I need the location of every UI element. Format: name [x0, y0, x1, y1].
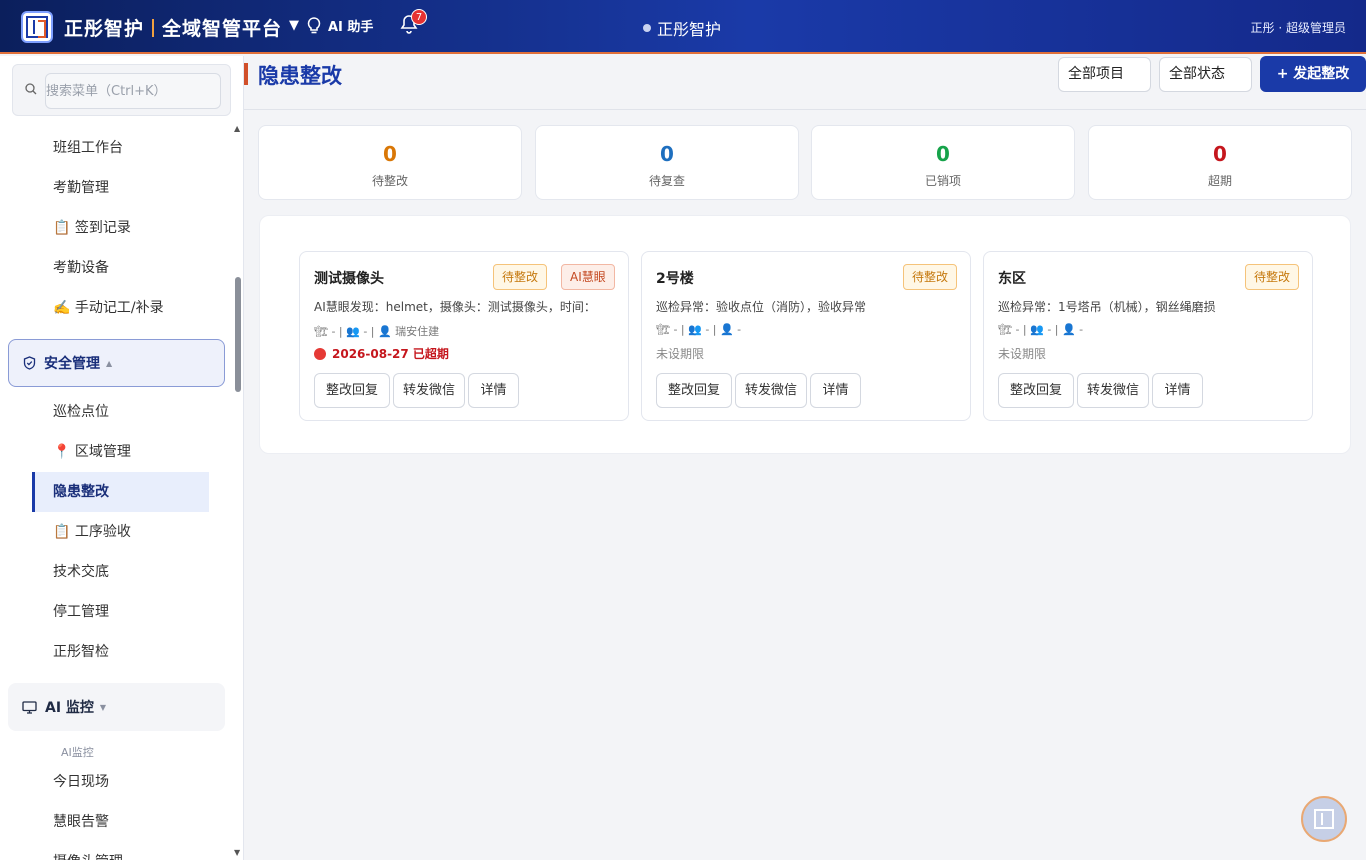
sidebar-group-ai-monitor[interactable]: AI 监控 ▼: [8, 683, 225, 731]
brand-logo-icon[interactable]: [21, 11, 53, 43]
hazard-card[interactable]: 东区 待整改 巡检异常：1号塔吊（机械），钢丝绳磨损 🏗 - | 👥 - | 👤…: [983, 251, 1313, 421]
shield-icon: [23, 356, 36, 370]
stat-card-overdue[interactable]: 0 超期: [1088, 125, 1352, 200]
detail-button[interactable]: 详情: [1152, 373, 1203, 408]
brand-title: 正彤智护 全域智管平台: [64, 14, 282, 41]
rectify-reply-button[interactable]: 整改回复: [656, 373, 732, 408]
monitor-icon: [22, 700, 37, 714]
status-badge: 待整改: [493, 264, 548, 290]
center-title-text: 正彤智护: [657, 20, 722, 39]
stat-label: 待整改: [371, 174, 408, 188]
sidebar-item-smart-inspection[interactable]: 正彤智检: [53, 632, 109, 672]
sidebar-item-stop-work[interactable]: 停工管理: [53, 592, 109, 632]
sidebar-item-hazard-rectify[interactable]: 隐患整改: [32, 472, 209, 512]
notification-badge: 7: [411, 9, 427, 25]
stat-value: 0: [383, 142, 397, 166]
menu-search: [12, 64, 231, 116]
sidebar-item-attendance[interactable]: 考勤管理: [53, 168, 109, 208]
status-badge: 待整改: [1245, 264, 1300, 290]
sidebar-item-patrol-points[interactable]: 巡检点位: [53, 392, 109, 432]
scroll-down-arrow-icon[interactable]: ▼: [234, 848, 240, 857]
hazard-card-deadline: 未设期限: [656, 347, 705, 361]
stat-value: 0: [936, 142, 950, 166]
chevron-up-icon: ▲: [106, 358, 113, 368]
chevron-down-icon: ▼: [99, 702, 107, 712]
brand-name: 正彤智护: [64, 18, 145, 40]
hazard-card-title: 测试摄像头: [314, 271, 384, 287]
hazard-card-description: 巡检异常：验收点位（消防），验收异常: [656, 300, 867, 314]
menu-search-input[interactable]: [45, 73, 221, 109]
page-title: 隐患整改: [258, 64, 342, 88]
create-rectification-button[interactable]: + 发起整改: [1260, 56, 1366, 92]
forward-wechat-button[interactable]: 转发微信: [393, 373, 465, 408]
sidebar-item-hazard-rectify-label: 隐患整改: [53, 484, 109, 500]
deadline-text: 2026-08-27 已超期: [332, 347, 449, 361]
ai-assistant-button[interactable]: AI 助手: [306, 16, 373, 35]
sidebar-item-process-acceptance[interactable]: 📋 工序验收: [53, 512, 131, 552]
hazard-card[interactable]: 2号楼 待整改 巡检异常：验收点位（消防），验收异常 🏗 - | 👥 - | 👤…: [641, 251, 971, 421]
stat-card-closed[interactable]: 0 已销项: [811, 125, 1075, 200]
sidebar-item-camera-mgmt[interactable]: 摄像头管理: [53, 842, 123, 860]
sidebar-group-safety[interactable]: 安全管理 ▲: [8, 339, 225, 387]
search-icon: [25, 83, 37, 95]
hazard-list-panel: 测试摄像头 待整改 AI慧眼 AI慧眼发现：helmet，摄像头：测试摄像头，时…: [259, 215, 1351, 454]
sidebar-group-safety-label: 安全管理: [44, 356, 100, 372]
stat-label: 超期: [1207, 174, 1232, 188]
floating-assistant-logo-icon[interactable]: [1301, 796, 1347, 842]
brand-divider: [152, 18, 155, 37]
overdue-dot-icon: [314, 347, 326, 360]
stat-card-pending[interactable]: 0 待整改: [258, 125, 522, 200]
sidebar-item-manual-records[interactable]: ✍️ 手动记工/补录: [53, 288, 164, 328]
forward-wechat-button[interactable]: 转发微信: [1077, 373, 1149, 408]
rectify-reply-button[interactable]: 整改回复: [314, 373, 390, 408]
rectify-reply-button[interactable]: 整改回复: [998, 373, 1074, 408]
hazard-card-description: 巡检异常：1号塔吊（机械），钢丝绳磨损: [998, 300, 1216, 314]
hazard-card-title: 东区: [998, 271, 1026, 287]
stat-label: 已销项: [924, 174, 961, 188]
ai-source-badge: AI慧眼: [561, 264, 615, 290]
sidebar-item-area-mgmt[interactable]: 📍 区域管理: [53, 432, 131, 472]
center-title: 正彤智护: [643, 16, 721, 40]
current-user[interactable]: 正彤 · 超级管理员: [1251, 19, 1346, 36]
detail-button[interactable]: 详情: [810, 373, 861, 408]
sidebar-scrollbar[interactable]: [235, 277, 241, 392]
stat-card-review[interactable]: 0 待复查: [535, 125, 799, 200]
detail-button[interactable]: 详情: [468, 373, 519, 408]
hazard-card[interactable]: 测试摄像头 待整改 AI慧眼 AI慧眼发现：helmet，摄像头：测试摄像头，时…: [299, 251, 629, 421]
stat-value: 0: [1213, 142, 1227, 166]
hazard-card-meta: 🏗 - | 👥 - | 👤 -: [656, 323, 742, 336]
sidebar: ▲ ▼ 班组工作台 考勤管理 📋 签到记录 考勤设备 ✍️ 手动记工/补录 安全…: [0, 56, 244, 860]
platform-name: 全域智管平台: [162, 18, 283, 40]
hazard-card-meta: 🏗 - | 👥 - | 👤 瑞安住建: [314, 325, 440, 338]
sidebar-item-attendance-devices[interactable]: 考勤设备: [53, 248, 109, 288]
status-filter-select[interactable]: 全部状态: [1159, 57, 1252, 92]
project-filter-select[interactable]: 全部项目: [1058, 57, 1151, 92]
hazard-card-deadline: 2026-08-27 已超期: [314, 345, 449, 362]
status-badge: 待整改: [903, 264, 958, 290]
scroll-up-arrow-icon[interactable]: ▲: [234, 124, 240, 133]
forward-wechat-button[interactable]: 转发微信: [735, 373, 807, 408]
sidebar-group-ai-monitor-label: AI 监控: [45, 700, 94, 716]
sidebar-item-signin-records[interactable]: 📋 签到记录: [53, 208, 131, 248]
title-accent-bar: [244, 63, 248, 85]
sidebar-subheading-ai-monitor: AI监控: [61, 746, 94, 759]
hazard-card-title: 2号楼: [656, 271, 694, 287]
status-dot-icon: [643, 24, 651, 32]
sidebar-item-smart-alerts[interactable]: 慧眼告警: [53, 802, 109, 842]
stat-label: 待复查: [648, 174, 685, 188]
lightbulb-icon: [307, 16, 321, 33]
ai-assistant-label: AI 助手: [328, 20, 374, 35]
hazard-card-description: AI慧眼发现：helmet，摄像头：测试摄像头，时间：: [314, 300, 596, 314]
sidebar-item-tech-briefing[interactable]: 技术交底: [53, 552, 109, 592]
page-header: 隐患整改 全部项目 全部状态 + 发起整改: [244, 56, 1366, 110]
hazard-card-deadline: 未设期限: [998, 347, 1047, 361]
sidebar-item-today-site[interactable]: 今日现场: [53, 762, 109, 802]
top-header: 正彤智护 全域智管平台 ▼ AI 助手 7 正彤智护 正彤 · 超级管理员: [0, 0, 1366, 54]
stat-value: 0: [660, 142, 674, 166]
sidebar-item-team-workbench[interactable]: 班组工作台: [53, 128, 123, 168]
platform-switch-chevron-down-icon[interactable]: ▼: [289, 18, 299, 33]
hazard-card-meta: 🏗 - | 👥 - | 👤 -: [998, 323, 1084, 336]
